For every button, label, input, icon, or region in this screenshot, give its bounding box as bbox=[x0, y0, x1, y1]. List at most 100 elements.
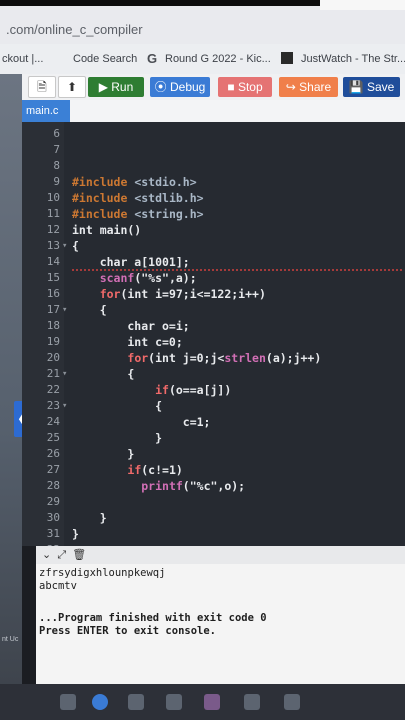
tab-main-c[interactable]: main.c bbox=[22, 100, 70, 122]
line-number: 15 bbox=[46, 271, 60, 284]
line-number: 14 bbox=[46, 255, 60, 268]
console-press-enter-message: Press ENTER to exit console. bbox=[39, 625, 217, 637]
stop-button[interactable]: ■ Stop bbox=[218, 77, 272, 97]
line-number: 8 bbox=[53, 159, 60, 172]
sidebar-hint: nt Uc bbox=[2, 636, 19, 643]
code-text: for(int j=0;j<strlen(a);j++) bbox=[127, 351, 322, 365]
code-line[interactable]: 29 bbox=[22, 494, 405, 510]
share-button[interactable]: ↪ Share bbox=[279, 77, 338, 97]
bookmark-round-g[interactable]: Round G 2022 - Kic... bbox=[165, 53, 271, 65]
code-line[interactable]: 24 c=1; bbox=[22, 414, 405, 430]
code-line[interactable]: 21 ▾ { bbox=[22, 366, 405, 382]
code-line[interactable]: 17 ▾ { bbox=[22, 302, 405, 318]
taskbar-app-icon[interactable] bbox=[284, 694, 300, 710]
code-line[interactable]: 26 } bbox=[22, 446, 405, 462]
taskbar-app-icon[interactable] bbox=[128, 694, 144, 710]
file-tab-bar: main.c bbox=[22, 100, 405, 122]
console-finish-message: ...Program finished with exit code 0 bbox=[39, 612, 267, 624]
fold-arrow-icon[interactable]: ▾ bbox=[62, 302, 67, 318]
code-line[interactable]: 12 int main() bbox=[22, 222, 405, 238]
bookmarks-bar: ckout |... Code Search G Round G 2022 - … bbox=[0, 44, 405, 75]
line-number: 16 bbox=[46, 287, 60, 300]
bookmark-code-search[interactable]: Code Search bbox=[73, 53, 137, 65]
console-toolbar: ⌄ ⤢ 🗑 bbox=[36, 546, 405, 564]
line-number: 6 bbox=[53, 127, 60, 140]
code-line[interactable]: 7 bbox=[22, 142, 405, 158]
url-field[interactable]: .com/online_c_compiler bbox=[6, 22, 143, 37]
taskbar-app-icon[interactable] bbox=[60, 694, 76, 710]
line-number: 7 bbox=[53, 143, 60, 156]
code-line[interactable]: 23 ▾ { bbox=[22, 398, 405, 414]
justwatch-icon bbox=[281, 52, 293, 64]
fold-arrow-icon[interactable]: ▾ bbox=[62, 238, 67, 254]
code-line[interactable]: 9 #include <stdio.h> bbox=[22, 174, 405, 190]
bookmark-justwatch[interactable]: JustWatch - The Str... bbox=[301, 53, 405, 65]
taskbar-app-icon[interactable] bbox=[244, 694, 260, 710]
code-line[interactable]: 25 } bbox=[22, 430, 405, 446]
code-text: #include <string.h> bbox=[72, 207, 204, 221]
left-sidebar bbox=[0, 74, 22, 720]
new-file-button[interactable]: 🗎 bbox=[28, 76, 56, 98]
code-editor[interactable]: 6 7 8 9 #include <stdio.h> 10 #include <stdlib… bbox=[22, 122, 405, 556]
line-number: 29 bbox=[46, 495, 60, 508]
code-line[interactable]: 28 printf("%c",o); bbox=[22, 478, 405, 494]
line-number: 30 bbox=[46, 511, 60, 524]
code-text: #include <stdlib.h> bbox=[72, 191, 204, 205]
code-line[interactable]: 22 if(o==a[j]) bbox=[22, 382, 405, 398]
line-number: 26 bbox=[46, 447, 60, 460]
code-text: } bbox=[72, 447, 135, 461]
line-number: 18 bbox=[46, 319, 60, 332]
line-number: 17 bbox=[46, 303, 60, 316]
line-number: 23 bbox=[46, 399, 60, 412]
code-line[interactable]: 6 bbox=[22, 126, 405, 142]
line-number: 19 bbox=[46, 335, 60, 348]
code-line[interactable]: 18 char o=i; bbox=[22, 318, 405, 334]
code-text: { bbox=[72, 239, 79, 253]
code-line[interactable]: 16 for(int i=97;i<=122;i++) bbox=[22, 286, 405, 302]
ide-toolbar: 🗎 ⬆ ▶ Run ⦿ Debug ■ Stop ↪ Share 💾 Save bbox=[22, 74, 405, 100]
code-line[interactable]: 8 bbox=[22, 158, 405, 174]
code-text: char o=i; bbox=[72, 319, 190, 333]
code-text: } bbox=[72, 527, 79, 541]
line-number: 20 bbox=[46, 351, 60, 364]
line-number: 9 bbox=[53, 175, 60, 188]
tab-strip-fragment bbox=[320, 0, 405, 10]
line-number: 22 bbox=[46, 383, 60, 396]
code-line[interactable]: 11 #include <string.h> bbox=[22, 206, 405, 222]
code-line[interactable]: 13 ▾ { bbox=[22, 238, 405, 254]
code-line[interactable]: 10 #include <stdlib.h> bbox=[22, 190, 405, 206]
code-text: if(o==a[j]) bbox=[155, 383, 232, 397]
code-line[interactable]: 20 for(int j=0;j<strlen(a);j++) bbox=[22, 350, 405, 366]
code-line[interactable]: 14 char a[1001]; bbox=[22, 254, 405, 270]
console-controls-icon[interactable]: ⌄ ⤢ 🗑 bbox=[42, 548, 86, 562]
taskbar-app-icon[interactable] bbox=[204, 694, 220, 710]
edge-icon[interactable] bbox=[92, 694, 108, 710]
code-text: char a[1001]; bbox=[72, 255, 190, 269]
code-text: } bbox=[72, 511, 107, 525]
os-taskbar bbox=[0, 684, 405, 720]
code-text: { bbox=[72, 399, 163, 413]
upload-button[interactable]: ⬆ bbox=[58, 76, 86, 98]
fold-arrow-icon[interactable]: ▾ bbox=[62, 398, 67, 414]
output-console[interactable]: zfrsydigxhlounpkewqj abcmtv ...Program f… bbox=[36, 564, 405, 684]
taskbar-app-icon[interactable] bbox=[166, 694, 182, 710]
code-line[interactable]: 27 if(c!=1) bbox=[22, 462, 405, 478]
line-number: 31 bbox=[46, 527, 60, 540]
bookmark-checkout[interactable]: ckout |... bbox=[2, 53, 43, 65]
code-line[interactable]: 15 scanf("%s",a); bbox=[22, 270, 405, 286]
debug-button[interactable]: ⦿ Debug bbox=[150, 77, 210, 97]
code-line[interactable]: 31} bbox=[22, 526, 405, 542]
code-line[interactable]: 19 int c=0; bbox=[22, 334, 405, 350]
code-text: c=1; bbox=[72, 415, 211, 429]
code-text: { bbox=[72, 367, 135, 381]
console-input-line: zfrsydigxhlounpkewqj bbox=[39, 567, 166, 579]
line-number: 12 bbox=[46, 223, 60, 236]
line-number: 25 bbox=[46, 431, 60, 444]
code-line[interactable]: 30 } bbox=[22, 510, 405, 526]
save-button[interactable]: 💾 Save bbox=[343, 77, 400, 97]
fold-arrow-icon[interactable]: ▾ bbox=[62, 366, 67, 382]
line-number: 27 bbox=[46, 463, 60, 476]
run-button[interactable]: ▶ Run bbox=[88, 77, 144, 97]
code-text: printf("%c",o); bbox=[141, 479, 246, 493]
browser-address-bar: .com/online_c_compiler bbox=[0, 0, 405, 44]
